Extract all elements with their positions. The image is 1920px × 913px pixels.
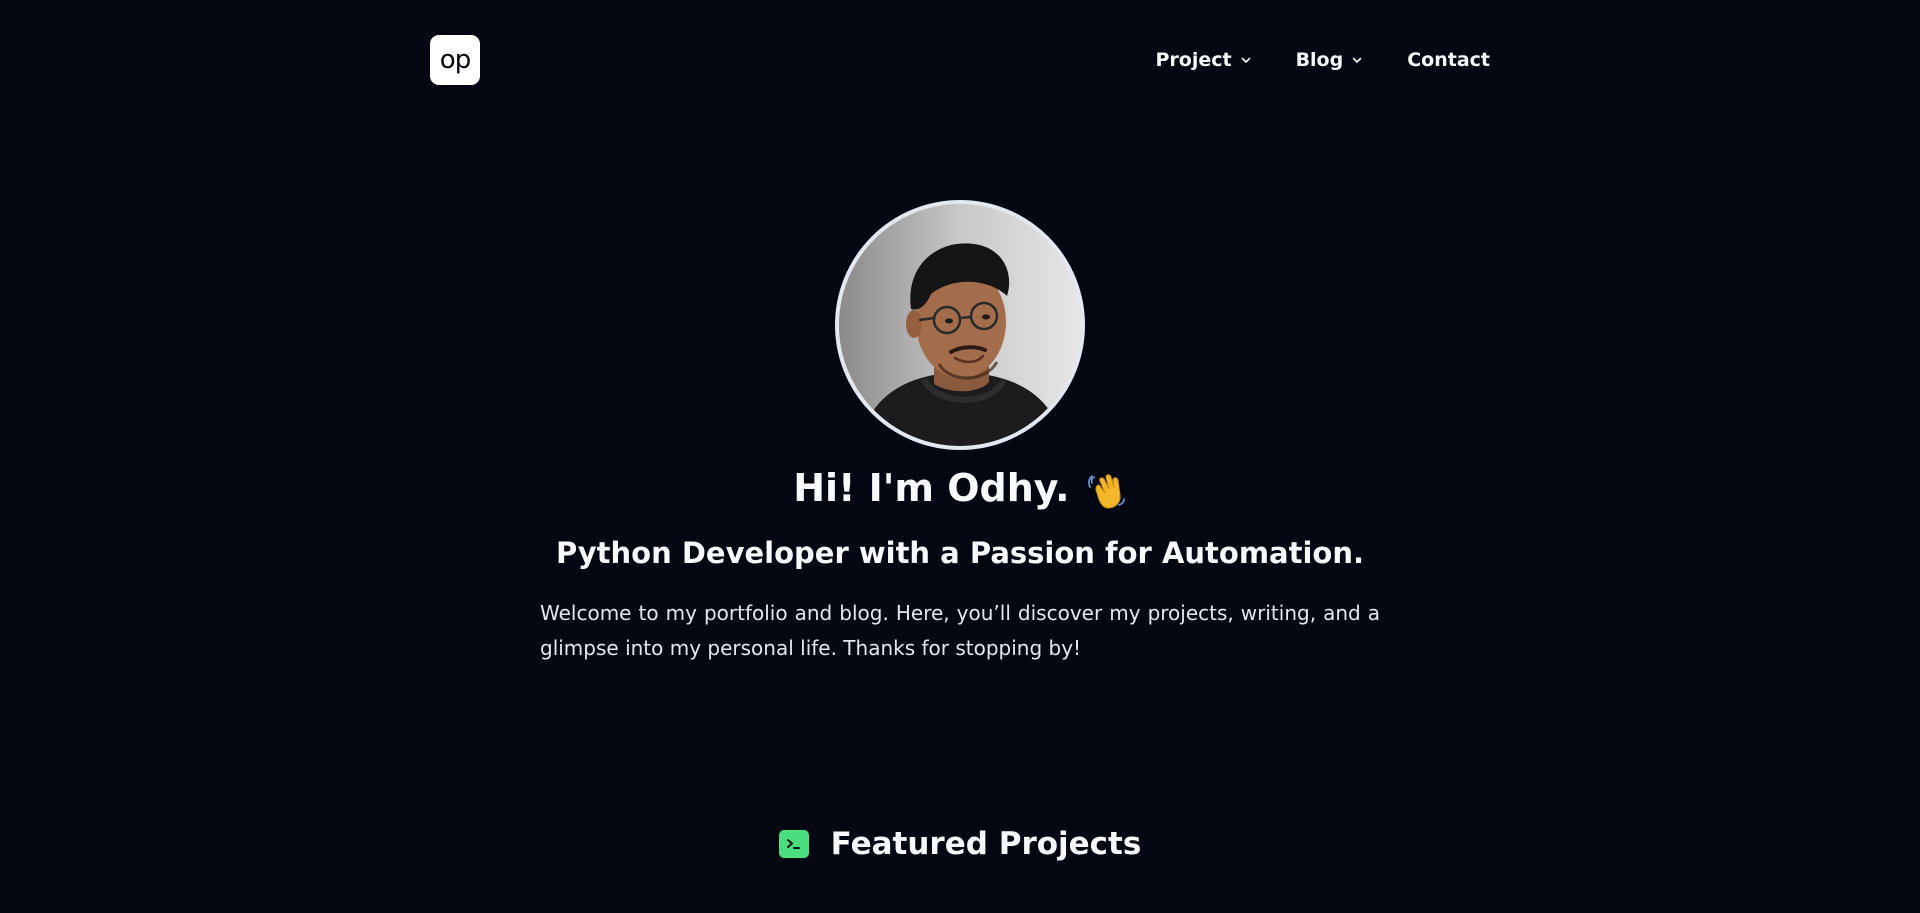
avatar-photo: [839, 204, 1081, 446]
hero-title: Hi! I'm Odhy.: [0, 466, 1920, 511]
nav-item-project[interactable]: Project: [1155, 49, 1251, 71]
main-nav: Project Blog Contact: [1155, 49, 1490, 71]
page: op Project Blog Contact Hi! I'm Odhy. Py…: [0, 0, 1920, 913]
site-logo[interactable]: op: [430, 35, 480, 85]
featured-title: Featured Projects: [830, 826, 1142, 862]
waving-hand-icon: [1087, 473, 1125, 509]
hero-subtitle: Python Developer with a Passion for Auto…: [555, 536, 1365, 570]
site-header: op Project Blog Contact: [430, 34, 1490, 86]
hero-title-text: Hi! I'm Odhy.: [793, 466, 1070, 510]
chevron-down-icon: [1241, 57, 1250, 63]
avatar: [835, 200, 1085, 450]
chevron-down-icon: [1352, 57, 1362, 63]
nav-contact-label: Contact: [1407, 49, 1490, 71]
nav-item-blog[interactable]: Blog: [1296, 49, 1364, 71]
nav-blog-label: Blog: [1295, 49, 1344, 71]
terminal-icon: [778, 830, 809, 858]
hero-intro: Welcome to my portfolio and blog. Here, …: [540, 601, 1380, 660]
logo-text: op: [439, 45, 471, 75]
nav-item-contact[interactable]: Contact: [1407, 49, 1490, 71]
featured-projects-heading: Featured Projects: [0, 826, 1920, 862]
nav-project-label: Project: [1155, 49, 1232, 71]
